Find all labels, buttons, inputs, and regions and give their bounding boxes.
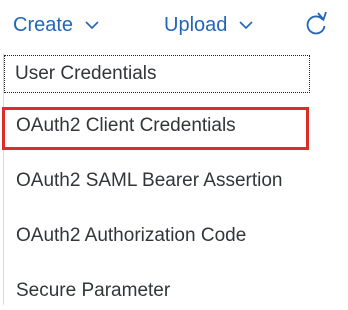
menu-item-oauth2-saml-bearer-assertion[interactable]: OAuth2 SAML Bearer Assertion xyxy=(4,162,348,200)
menu-item-secure-parameter[interactable]: Secure Parameter xyxy=(4,272,348,310)
menu-item-user-credentials[interactable]: User Credentials xyxy=(4,55,310,93)
create-button[interactable]: Create xyxy=(13,10,99,40)
menu-item-label: OAuth2 Authorization Code xyxy=(16,225,247,246)
menu-item-label: OAuth2 Client Credentials xyxy=(16,115,236,136)
refresh-button[interactable] xyxy=(304,11,328,43)
menu-item-oauth2-authorization-code[interactable]: OAuth2 Authorization Code xyxy=(4,217,348,255)
create-dropdown-menu: User Credentials OAuth2 Client Credentia… xyxy=(3,53,348,305)
menu-item-oauth2-client-credentials[interactable]: OAuth2 Client Credentials xyxy=(4,107,348,145)
upload-button[interactable]: Upload xyxy=(164,10,253,40)
menu-item-label: OAuth2 SAML Bearer Assertion xyxy=(16,170,283,191)
refresh-icon xyxy=(304,11,328,43)
upload-label: Upload xyxy=(164,13,228,36)
chevron-down-icon xyxy=(85,20,99,30)
menu-item-label: Secure Parameter xyxy=(16,280,171,301)
chevron-down-icon xyxy=(239,20,253,30)
toolbar: Create Upload xyxy=(0,0,348,50)
menu-item-label: User Credentials xyxy=(15,63,157,84)
create-label: Create xyxy=(13,13,74,36)
